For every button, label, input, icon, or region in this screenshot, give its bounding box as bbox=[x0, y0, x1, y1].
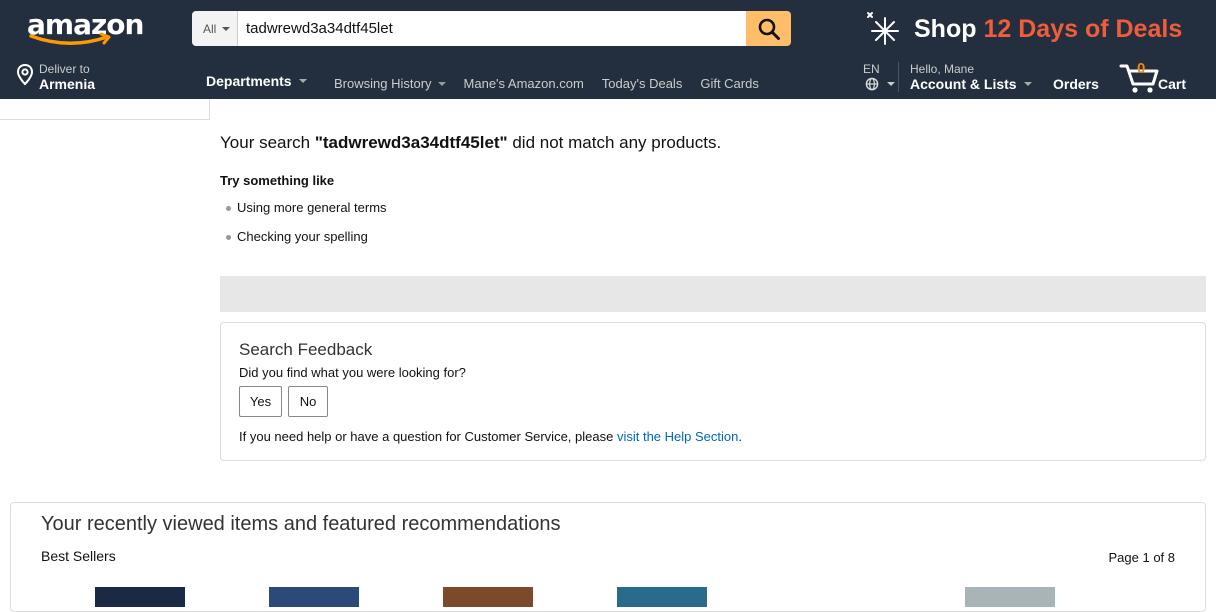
deliver-text: Deliver to Armenia bbox=[39, 62, 95, 92]
search-icon bbox=[758, 18, 780, 40]
smile-arrow-icon bbox=[29, 32, 111, 45]
top-navigation-bar: amazon All tadwrewd3a34dtf45let Shop 12 … bbox=[0, 0, 1216, 99]
promo-shop-text: Shop bbox=[914, 14, 977, 43]
help-suffix: . bbox=[738, 429, 742, 444]
chevron-down-icon bbox=[222, 26, 231, 31]
promo-deals-text: 12 Days of Deals bbox=[983, 14, 1183, 43]
nav-link-label: Today's Deals bbox=[601, 76, 683, 91]
nav-link-todays-deals[interactable]: Today's Deals bbox=[602, 76, 683, 91]
nav-links: Browsing History Mane's Amazon.com Today… bbox=[334, 76, 759, 91]
search-category-dropdown[interactable]: All bbox=[192, 11, 238, 46]
departments-label: Departments bbox=[206, 73, 292, 89]
search-term: "tadwrewd3a34dtf45let" bbox=[314, 133, 508, 152]
location-pin-icon bbox=[16, 63, 34, 86]
suggestions-title: Try something like bbox=[220, 173, 335, 188]
search-button[interactable] bbox=[746, 11, 791, 46]
suggestion-text: Using more general terms bbox=[237, 200, 387, 215]
loading-placeholder-band bbox=[220, 276, 1206, 312]
suggestions-list: Using more general terms Checking your s… bbox=[226, 200, 387, 258]
amazon-logo[interactable]: amazon bbox=[27, 10, 144, 46]
product-thumbnail[interactable] bbox=[617, 587, 707, 607]
nav-link-browsing-history[interactable]: Browsing History bbox=[334, 76, 446, 91]
kindle-unlimited-thumbnail[interactable] bbox=[791, 587, 881, 607]
cart-label: Cart bbox=[1158, 76, 1187, 92]
deliver-label: Deliver to bbox=[39, 62, 90, 76]
search-feedback-box: Search Feedback Did you find what you we… bbox=[220, 322, 1206, 461]
carousel-page-indicator: Page 1 of 8 bbox=[1108, 550, 1176, 565]
chevron-down-icon bbox=[298, 79, 307, 83]
search-category-label: All bbox=[203, 21, 217, 36]
cart-count: 0 bbox=[1137, 60, 1146, 77]
help-prefix: If you need help or have a question for … bbox=[239, 429, 617, 444]
recommendations-section: Your recently viewed items and featured … bbox=[10, 502, 1206, 612]
chevron-down-icon bbox=[437, 81, 446, 86]
feedback-question: Did you find what you were looking for? bbox=[239, 365, 466, 380]
list-item: Using more general terms bbox=[226, 200, 387, 229]
nav-link-label: Mane's Amazon.com bbox=[463, 76, 584, 91]
help-section-link[interactable]: visit the Help Section bbox=[617, 429, 738, 444]
nav-link-my-amazon[interactable]: Mane's Amazon.com bbox=[464, 76, 584, 91]
product-thumbnail[interactable] bbox=[95, 587, 185, 607]
no-results-suffix: did not match any products. bbox=[507, 133, 722, 152]
product-thumbnail[interactable] bbox=[443, 587, 533, 607]
recommendations-title: Your recently viewed items and featured … bbox=[41, 513, 561, 535]
product-thumbnail[interactable] bbox=[965, 587, 1055, 607]
nav-link-gift-cards[interactable]: Gift Cards bbox=[700, 76, 759, 91]
header-divider bbox=[898, 62, 899, 92]
account-label: Account & Lists bbox=[910, 76, 1017, 92]
list-item: Checking your spelling bbox=[226, 229, 387, 258]
chevron-down-icon bbox=[887, 82, 895, 86]
holiday-deals-promo[interactable]: Shop 12 Days of Deals bbox=[864, 10, 1182, 48]
departments-menu[interactable]: Departments bbox=[206, 73, 307, 89]
orders-link[interactable]: Orders bbox=[1053, 76, 1099, 92]
chevron-down-icon bbox=[1023, 82, 1032, 86]
search-input[interactable] bbox=[238, 11, 746, 46]
deliver-to-location[interactable]: Deliver to Armenia bbox=[15, 62, 95, 92]
best-sellers-heading: Best Sellers bbox=[41, 548, 116, 564]
globe-icon bbox=[865, 77, 879, 91]
left-filter-rail bbox=[0, 99, 210, 120]
language-globe[interactable] bbox=[865, 77, 895, 91]
feedback-help-text: If you need help or have a question for … bbox=[239, 429, 742, 444]
feedback-yes-button[interactable]: Yes bbox=[239, 386, 282, 417]
no-results-message: Your search "tadwrewd3a34dtf45let" did n… bbox=[220, 133, 721, 153]
language-selector[interactable]: EN bbox=[863, 62, 880, 76]
search-bar: All bbox=[192, 11, 791, 46]
sparkle-icon bbox=[867, 12, 899, 45]
product-thumbnail[interactable] bbox=[269, 587, 359, 607]
nav-link-label: Gift Cards bbox=[700, 76, 759, 91]
account-label-row: Account & Lists bbox=[910, 76, 1032, 92]
suggestion-text: Checking your spelling bbox=[237, 229, 368, 244]
nav-link-label: Browsing History bbox=[334, 76, 432, 91]
bullet-icon bbox=[226, 235, 231, 240]
account-greeting: Hello, Mane bbox=[910, 62, 975, 76]
deliver-location: Armenia bbox=[39, 76, 96, 92]
account-menu[interactable]: Hello, Mane Account & Lists bbox=[910, 62, 1032, 92]
no-results-prefix: Your search bbox=[220, 133, 315, 152]
feedback-title: Search Feedback bbox=[239, 340, 373, 359]
cart-button[interactable]: 0 Cart bbox=[1119, 60, 1189, 94]
bullet-icon bbox=[226, 206, 231, 211]
feedback-no-button[interactable]: No bbox=[288, 386, 328, 417]
